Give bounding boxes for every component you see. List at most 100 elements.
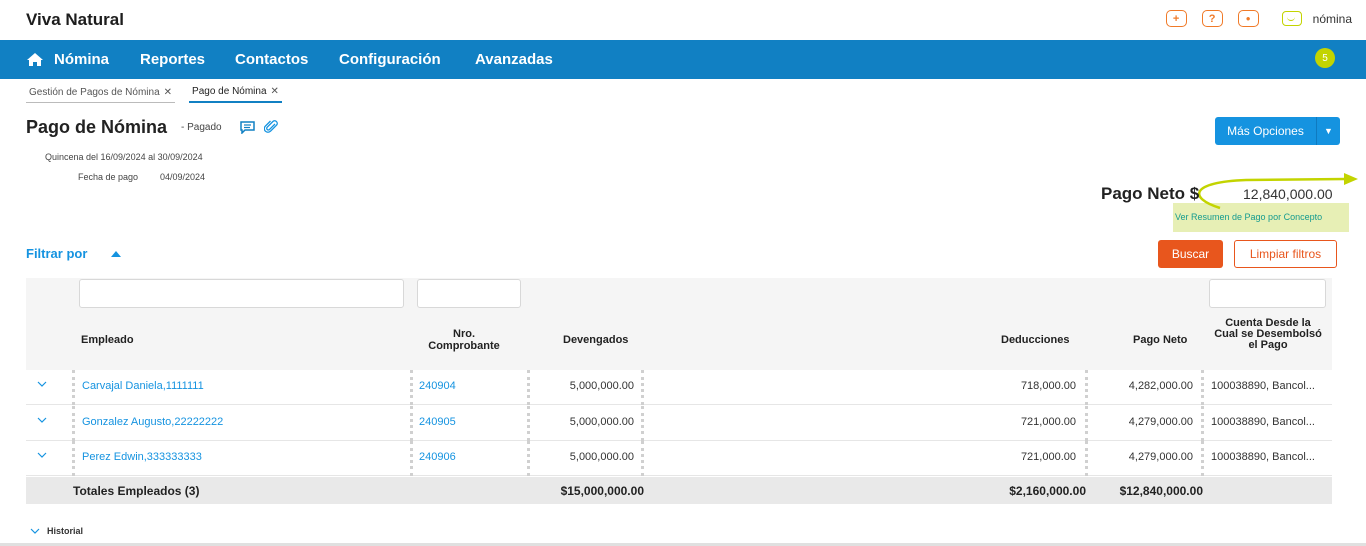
pay-date-label: Fecha de pago <box>78 172 139 182</box>
table-header: Empleado Nro. Comprobante Devengados Ded… <box>26 278 1332 370</box>
voucher-filter-input[interactable] <box>417 279 521 308</box>
nav-reportes[interactable]: Reportes <box>140 51 205 68</box>
deductions-value: 721,000.00 <box>1020 416 1076 428</box>
column-divider <box>527 370 530 405</box>
net-pay-label: Pago Neto $ <box>1101 184 1200 203</box>
nav-nomina[interactable]: Nómina <box>54 51 109 68</box>
nomina-logo[interactable]: nómina <box>1281 11 1352 26</box>
column-header-deductions[interactable]: Deducciones <box>1001 334 1069 346</box>
chevron-down-icon[interactable] <box>37 379 47 389</box>
summary-by-concept-link[interactable]: Ver Resumen de Pago por Concepto <box>1175 212 1322 222</box>
column-divider <box>1201 441 1204 476</box>
close-icon[interactable]: ✕ <box>164 87 172 98</box>
column-divider <box>1201 370 1204 405</box>
column-divider <box>527 406 530 441</box>
column-divider <box>1085 441 1088 476</box>
employee-link[interactable]: Gonzalez Augusto,22222222 <box>82 416 223 428</box>
voucher-link[interactable]: 240904 <box>419 380 456 392</box>
home-icon[interactable] <box>26 52 44 67</box>
net-pay-value: 4,282,000.00 <box>1128 380 1193 392</box>
filter-toggle[interactable]: Filtrar por <box>26 246 87 261</box>
table-row[interactable]: Gonzalez Augusto,22222222 240905 5,000,0… <box>26 406 1332 441</box>
account-value: 100038890, Bancol... <box>1211 380 1315 392</box>
column-divider <box>641 441 644 476</box>
clear-filters-button[interactable]: Limpiar filtros <box>1234 240 1337 268</box>
tab-gestion-pagos[interactable]: Gestión de Pagos de Nómina ✕ <box>26 85 176 103</box>
help-icon[interactable]: ? <box>1201 10 1223 27</box>
pay-date-value: 04/09/2024 <box>160 172 206 182</box>
company-name: Viva Natural <box>26 10 124 29</box>
column-divider <box>72 370 75 405</box>
column-divider <box>410 370 413 405</box>
main-nav: Nómina Reportes Contactos Configuración … <box>0 40 1366 79</box>
tab-pago-nomina[interactable]: Pago de Nómina ✕ <box>189 85 282 103</box>
column-header-net-pay[interactable]: Pago Neto <box>1133 334 1187 346</box>
chevron-up-icon[interactable] <box>111 251 121 257</box>
totals-label: Totales Empleados (3) <box>73 484 200 498</box>
column-divider <box>72 406 75 441</box>
employee-link[interactable]: Carvajal Daniela,1111111 <box>82 380 204 392</box>
column-divider <box>1085 406 1088 441</box>
chevron-down-icon[interactable] <box>37 415 47 425</box>
earnings-value: 5,000,000.00 <box>569 380 634 392</box>
more-options-button[interactable]: Más Opciones ▼ <box>1215 117 1340 145</box>
column-header-earnings[interactable]: Devengados <box>563 334 628 346</box>
net-pay-value: 4,279,000.00 <box>1128 451 1193 463</box>
net-pay-value: 12,840,000.00 <box>1243 186 1333 202</box>
open-tabs: Gestión de Pagos de Nómina ✕ Pago de Nóm… <box>26 85 296 103</box>
period-text: Quincena del 16/09/2024 al 30/09/2024 <box>45 152 203 162</box>
tab-label: Gestión de Pagos de Nómina <box>29 86 160 98</box>
paperclip-icon[interactable] <box>264 119 278 134</box>
plus-icon[interactable]: + <box>1165 10 1187 27</box>
search-button[interactable]: Buscar <box>1158 240 1223 268</box>
account-value: 100038890, Bancol... <box>1211 416 1315 428</box>
column-header-voucher[interactable]: Nro. Comprobante <box>418 328 510 352</box>
notification-badge[interactable]: 5 <box>1315 48 1335 68</box>
chevron-down-icon <box>30 528 40 534</box>
more-options-label: Más Opciones <box>1215 117 1317 145</box>
voucher-link[interactable]: 240906 <box>419 451 456 463</box>
column-divider <box>1201 406 1204 441</box>
net-pay-value: 4,279,000.00 <box>1128 416 1193 428</box>
page-title: Pago de Nómina <box>26 117 168 137</box>
table-row[interactable]: Perez Edwin,333333333 240906 5,000,000.0… <box>26 441 1332 476</box>
earnings-value: 5,000,000.00 <box>569 416 634 428</box>
nomina-logo-icon <box>1281 11 1302 26</box>
history-toggle[interactable]: Historial <box>30 526 83 536</box>
employee-filter-input[interactable] <box>79 279 404 308</box>
column-header-employee[interactable]: Empleado <box>81 334 134 346</box>
user-icon[interactable]: ● <box>1237 10 1259 27</box>
top-actions: + ? ● nómina <box>1165 10 1352 27</box>
column-divider <box>410 406 413 441</box>
comment-icon[interactable] <box>240 121 255 134</box>
history-label: Historial <box>47 526 84 536</box>
account-filter-input[interactable] <box>1209 279 1326 308</box>
nomina-logo-text: nómina <box>1312 11 1352 26</box>
totals-earnings: $15,000,000.00 <box>560 484 644 498</box>
column-divider <box>410 441 413 476</box>
column-header-account[interactable]: Cuenta Desde la Cual se Desembolsó el Pa… <box>1212 318 1324 351</box>
column-divider <box>641 406 644 441</box>
earnings-value: 5,000,000.00 <box>569 451 634 463</box>
voucher-link[interactable]: 240905 <box>419 416 456 428</box>
tab-label: Pago de Nómina <box>192 86 267 97</box>
table-row[interactable]: Carvajal Daniela,1111111 240904 5,000,00… <box>26 370 1332 405</box>
nav-contactos[interactable]: Contactos <box>235 51 308 68</box>
column-divider <box>527 441 530 476</box>
column-divider <box>641 370 644 405</box>
account-value: 100038890, Bancol... <box>1211 451 1315 463</box>
nav-configuracion[interactable]: Configuración <box>339 51 441 68</box>
deductions-value: 718,000.00 <box>1020 380 1076 392</box>
nav-avanzadas[interactable]: Avanzadas <box>475 51 553 68</box>
top-bar: Viva Natural + ? ● nómina <box>0 0 1366 40</box>
column-divider <box>1085 370 1088 405</box>
chevron-down-icon[interactable] <box>37 450 47 460</box>
employee-link[interactable]: Perez Edwin,333333333 <box>82 451 202 463</box>
status-text: - Pagado <box>181 122 222 133</box>
payroll-table: Empleado Nro. Comprobante Devengados Ded… <box>26 278 1332 504</box>
close-icon[interactable]: ✕ <box>271 86 279 97</box>
deductions-value: 721,000.00 <box>1020 451 1076 463</box>
column-divider <box>72 441 75 476</box>
chevron-down-icon[interactable]: ▼ <box>1317 126 1340 136</box>
totals-row: Totales Empleados (3) $15,000,000.00 $2,… <box>26 477 1332 504</box>
